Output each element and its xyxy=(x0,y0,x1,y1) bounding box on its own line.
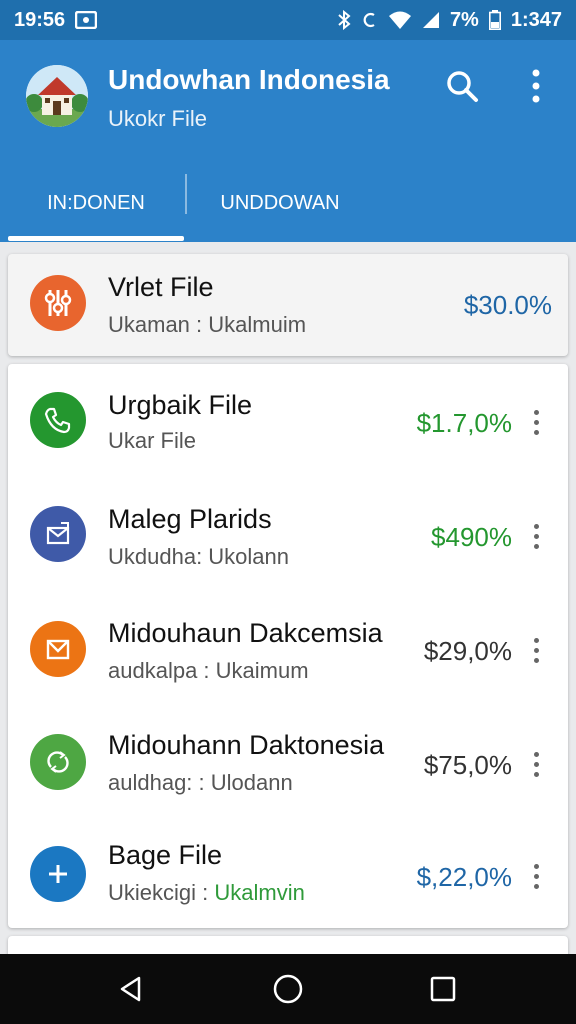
list-item-title: Midouhann Daktonesia xyxy=(108,730,385,760)
battery-icon xyxy=(488,10,501,30)
list-item-title: Midouhaun Dakcemsia xyxy=(108,618,383,648)
list-item[interactable]: Bage File Ukiekcigi : Ukalmvin $,22,0% xyxy=(8,820,568,932)
list-item-subtitle: auldhag: : Ulodann xyxy=(108,770,293,795)
list-item[interactable]: Midouhaun Dakcemsia audkalpa : Ukaimum $… xyxy=(8,594,568,706)
mail-out-icon xyxy=(30,506,86,562)
list-item-value: $29,0% xyxy=(423,636,512,666)
back-icon[interactable] xyxy=(106,966,156,1012)
more-vert-icon[interactable] xyxy=(528,856,544,896)
tab-unddowan[interactable]: UNDDOWAN xyxy=(190,168,370,238)
app-subtitle: Ukokr File xyxy=(108,106,208,131)
list-item[interactable]: Maleg Plarids Ukdudha: Ukolann $490% xyxy=(8,480,568,592)
list-item-value: $1.7,0% xyxy=(416,408,512,438)
signal-icon xyxy=(422,11,440,29)
list-item-subtitle: audkalpa : Ukaimum xyxy=(108,658,309,683)
phone-icon xyxy=(30,392,86,448)
list-item-title: Bage File xyxy=(108,840,223,870)
wifi-icon xyxy=(388,10,412,30)
subtitle-text: Ukiekcigi : xyxy=(108,880,215,905)
highlight-value: $30.0% xyxy=(463,290,552,320)
subtitle-accent: Ukalmvin xyxy=(214,880,305,905)
more-vert-icon[interactable] xyxy=(528,630,544,670)
list-item[interactable]: Urgbaik File Ukar File $1.7,0% xyxy=(8,364,568,476)
list-item-title: Urgbaik File xyxy=(108,390,253,420)
app-logo-avatar[interactable] xyxy=(26,65,88,127)
highlight-title: Vrlet File xyxy=(108,272,214,302)
highlight-card[interactable]: Vrlet File Ukaman : Ukalmuim $30.0% xyxy=(8,254,568,356)
recents-icon[interactable] xyxy=(418,966,468,1012)
status-time-left: 19:56 xyxy=(14,8,66,31)
status-bar: 19:56 7% 1:347 xyxy=(0,0,576,40)
status-time-right: 1:347 xyxy=(510,8,562,31)
file-list-card: Urgbaik File Ukar File $1.7,0% Maleg Pla… xyxy=(8,364,568,928)
list-item-value: $75,0% xyxy=(423,750,512,780)
bluetooth-icon xyxy=(336,10,352,30)
list-item[interactable]: Midouhann Daktonesia auldhag: : Ulodann … xyxy=(8,708,568,820)
list-item-value: $490% xyxy=(431,522,512,552)
more-vert-icon[interactable] xyxy=(528,402,544,442)
highlight-subtitle: Ukaman : Ukalmuim xyxy=(108,312,307,337)
list-item-title: Maleg Plarids xyxy=(108,504,272,534)
more-vert-icon[interactable] xyxy=(528,516,544,556)
active-tab-indicator xyxy=(8,236,184,241)
more-vert-icon[interactable] xyxy=(528,744,544,784)
list-item-value: $,22,0% xyxy=(416,862,512,892)
battery-percent: 7% xyxy=(449,8,479,31)
list-item-subtitle: Ukar File xyxy=(108,428,197,453)
home-icon[interactable] xyxy=(263,966,313,1012)
tab-indonen[interactable]: IN:DONEN xyxy=(8,168,184,238)
list-item-subtitle: Ukdudha: Ukolann xyxy=(108,544,290,569)
navigation-bar xyxy=(0,954,576,1024)
refresh-icon xyxy=(30,734,86,790)
search-icon[interactable] xyxy=(442,66,482,106)
list-item-subtitle: Ukiekcigi : Ukalmvin xyxy=(108,880,305,906)
settings-sliders-icon xyxy=(30,275,86,331)
tab-divider xyxy=(185,174,187,214)
mail-icon xyxy=(30,621,86,677)
plus-icon xyxy=(30,846,86,902)
cast-icon xyxy=(75,11,98,29)
sync-icon xyxy=(362,10,378,30)
more-vert-icon[interactable] xyxy=(516,66,556,106)
app-bar: Undowhan Indonesia Ukokr File IN:DONEN U… xyxy=(0,40,576,242)
app-title: Undowhan Indonesia xyxy=(108,64,390,95)
